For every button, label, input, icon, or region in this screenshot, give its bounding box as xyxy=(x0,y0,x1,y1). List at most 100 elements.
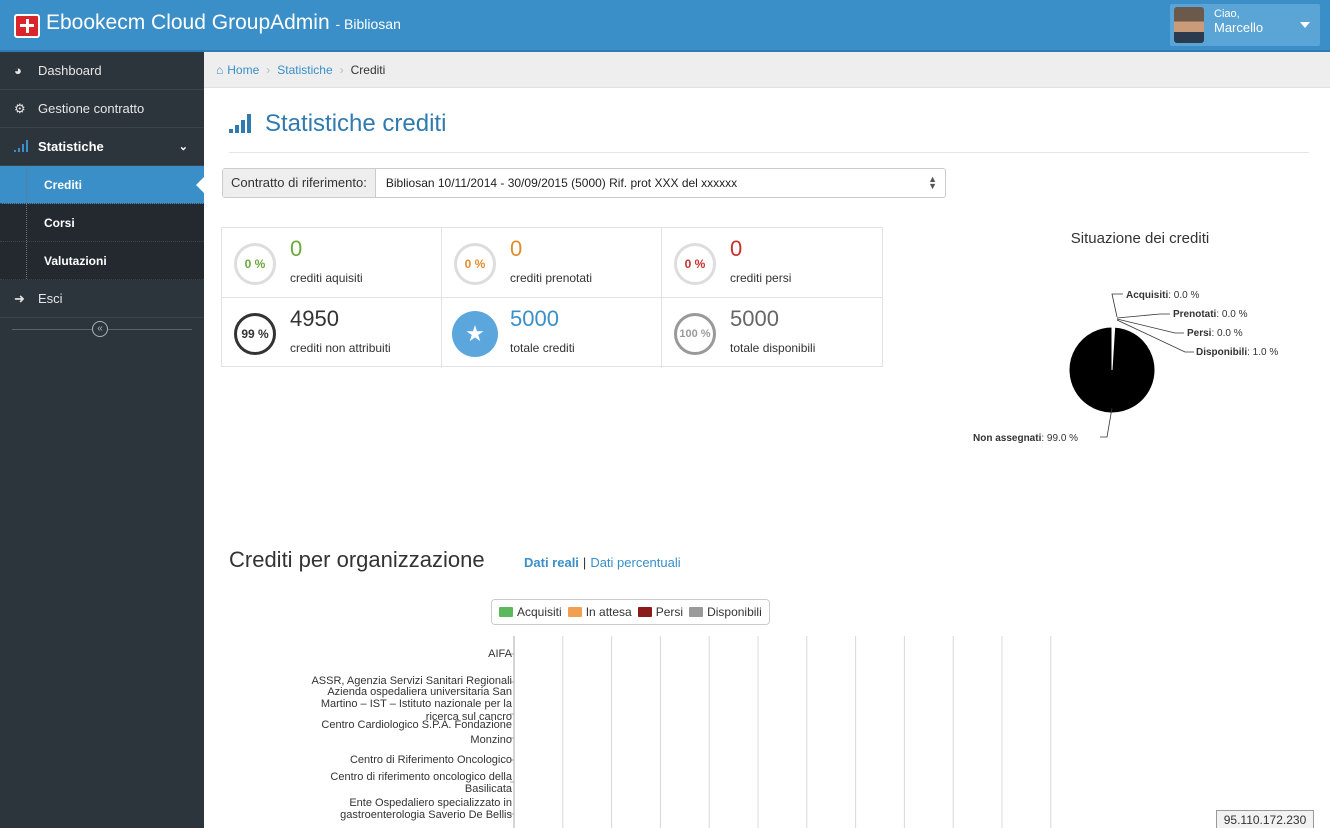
contract-select[interactable]: Bibliosan 10/11/2014 - 30/09/2015 (5000)… xyxy=(376,169,945,197)
sidebar-item-statistiche[interactable]: Statistiche ⌄ xyxy=(0,128,204,166)
stat-label: crediti persi xyxy=(730,271,792,285)
percent-ring: 0 % xyxy=(674,243,716,285)
breadcrumb-statistiche[interactable]: Statistiche xyxy=(277,63,332,77)
breadcrumb: ⌂ Home › Statistiche › Crediti xyxy=(204,52,1330,88)
stats-grid: 0 % 0 crediti aquisiti 0 % 0 crediti pre… xyxy=(221,227,883,368)
pie-label-persi: Persi: 0.0 % xyxy=(1187,328,1243,339)
legend-label[interactable]: Disponibili xyxy=(707,605,762,619)
contract-label: Contratto di riferimento: xyxy=(223,169,376,197)
org-label-crob-1: Centro di riferimento oncologico della xyxy=(330,771,512,783)
stat-crediti-non-attribuiti: 99 % 4950 crediti non attribuiti xyxy=(222,298,442,368)
breadcrumb-home[interactable]: Home xyxy=(227,63,259,77)
stat-value: 0 xyxy=(730,236,743,261)
sidebar-item-gestione-contratto[interactable]: ⚙ Gestione contratto xyxy=(0,90,204,128)
org-section-title: Crediti per organizzazione xyxy=(229,547,485,572)
pie-label-prenotati: Prenotati: 0.0 % xyxy=(1173,309,1248,320)
sidebar-item-dashboard[interactable]: ◕ Dashboard xyxy=(0,52,204,90)
contract-select-value: Bibliosan 10/11/2014 - 30/09/2015 (5000)… xyxy=(385,176,738,190)
bar-chart-icon xyxy=(14,140,30,154)
breadcrumb-separator: › xyxy=(339,62,344,77)
pie-slice-non-assegnati[interactable] xyxy=(1068,326,1156,414)
legend-label[interactable]: Persi xyxy=(656,605,683,619)
greeting-text: Ciao, xyxy=(1214,8,1240,20)
app-name: Ebookecm Cloud GroupAdmin xyxy=(46,11,330,34)
sidebar-subitem-corsi[interactable]: Corsi xyxy=(0,204,204,242)
pie-chart-title: Situazione dei crediti xyxy=(1070,230,1210,247)
page-title: Statistiche crediti xyxy=(229,110,446,138)
ip-address-badge: 95.110.172.230 xyxy=(1216,810,1314,828)
legend-label[interactable]: In attesa xyxy=(586,605,632,619)
legend-swatch-disponibili xyxy=(689,607,704,617)
sidebar-subitem-label: Crediti xyxy=(44,177,83,192)
link-dati-reali[interactable]: Dati reali xyxy=(524,555,579,570)
user-menu[interactable]: Ciao, Marcello xyxy=(1170,4,1320,46)
legend-swatch-acquisiti xyxy=(499,607,513,617)
sign-out-icon: ➜ xyxy=(14,291,25,306)
stat-label: crediti prenotati xyxy=(510,271,593,285)
app-root: Ebookecm Cloud GroupAdmin - Bibliosan Ci… xyxy=(0,0,1330,828)
sidebar-subitem-label: Corsi xyxy=(44,215,75,230)
org-label-aifa: AIFA xyxy=(488,648,512,660)
org-label-debellis-2: gastroenterologia Saverio De Bellis xyxy=(340,809,512,821)
sidebar-item-label: Gestione contratto xyxy=(38,101,145,116)
bar-chart-legend: Acquisiti In attesa Persi Disponibili xyxy=(491,599,770,625)
sidebar-collapse-row: « xyxy=(0,318,204,340)
stat-crediti-acquisiti: 0 % 0 crediti aquisiti xyxy=(222,228,442,298)
org-label-san-martino-2: Martino – IST – Istituto nazionale per l… xyxy=(320,698,512,710)
percent-ring: 0 % xyxy=(234,243,276,285)
dashboard-icon: ◕ xyxy=(14,63,22,78)
org-label-crob-2: Basilicata xyxy=(464,783,512,795)
stat-crediti-persi: 0 % 0 crediti persi xyxy=(662,228,882,298)
sidebar-item-label: Dashboard xyxy=(38,63,102,78)
stat-value: 5000 xyxy=(510,306,559,331)
percent-ring: 100 % xyxy=(674,313,716,355)
logo-icon xyxy=(14,14,40,38)
caret-down-icon xyxy=(1300,22,1310,28)
legend-swatch-persi xyxy=(637,607,652,617)
avatar xyxy=(1174,7,1204,43)
breadcrumb-separator: › xyxy=(266,62,271,77)
cogs-icon: ⚙ xyxy=(14,101,26,116)
pie-chart: Acquisiti: 0.0 % Prenotati: 0.0 % Persi:… xyxy=(973,290,1278,444)
stat-value: 5000 xyxy=(730,306,779,331)
collapse-sidebar-icon[interactable]: « xyxy=(92,321,108,337)
sidebar-subitem-valutazioni[interactable]: Valutazioni xyxy=(0,242,204,280)
top-bar: Ebookecm Cloud GroupAdmin - Bibliosan Ci… xyxy=(0,0,1330,52)
sidebar-item-label: Statistiche xyxy=(38,139,104,154)
user-greeting: Ciao, Marcello xyxy=(1214,8,1263,36)
org-label-monzino-1: Centro Cardiologico S.P.A. Fondazione xyxy=(321,719,512,731)
stat-value: 0 xyxy=(510,236,523,261)
org-suffix: - Bibliosan xyxy=(335,16,401,32)
chevron-down-icon: ⌄ xyxy=(178,141,188,153)
sidebar-item-esci[interactable]: ➜ Esci xyxy=(0,280,204,318)
stat-value: 4950 xyxy=(290,306,339,331)
stat-label: totale disponibili xyxy=(730,341,816,355)
link-separator: | xyxy=(582,555,587,570)
page-title-text: Statistiche crediti xyxy=(265,110,447,137)
pie-label-non-assegnati: Non assegnati: 99.0 % xyxy=(973,433,1078,444)
user-name: Marcello xyxy=(1214,20,1264,35)
percent-ring: 0 % xyxy=(454,243,496,285)
pie-label-disponibili: Disponibili: 1.0 % xyxy=(1196,347,1278,358)
percent-ring: 99 % xyxy=(234,313,276,355)
stat-value: 0 xyxy=(290,236,303,261)
legend-swatch-in-attesa xyxy=(567,607,582,617)
stat-label: totale crediti xyxy=(510,341,575,355)
org-label-monzino-2: Monzino xyxy=(470,734,512,746)
app-brand[interactable]: Ebookecm Cloud GroupAdmin - Bibliosan xyxy=(46,11,401,35)
sidebar-subitem-crediti[interactable]: Crediti xyxy=(0,166,205,204)
star-icon: ★ xyxy=(452,311,498,357)
legend-label[interactable]: Acquisiti xyxy=(517,605,562,619)
title-divider xyxy=(229,152,1309,153)
stat-label: crediti aquisiti xyxy=(290,271,363,285)
stat-totale-disponibili: 100 % 5000 totale disponibili xyxy=(662,298,882,368)
breadcrumb-current: Crediti xyxy=(350,62,386,77)
stat-totale-crediti: ★ 5000 totale crediti xyxy=(442,298,662,368)
link-dati-percentuali[interactable]: Dati percentuali xyxy=(590,555,680,570)
home-icon[interactable]: ⌂ xyxy=(216,63,223,77)
select-arrows-icon: ▲ ▼ xyxy=(928,174,937,191)
org-label-san-martino-1: Azienda ospedaliera universitaria San xyxy=(327,686,512,698)
stat-label: crediti non attribuiti xyxy=(290,341,391,355)
org-view-toggle: Dati reali | Dati percentuali xyxy=(524,555,681,570)
contract-select-group: Contratto di riferimento: Bibliosan 10/1… xyxy=(222,168,946,198)
